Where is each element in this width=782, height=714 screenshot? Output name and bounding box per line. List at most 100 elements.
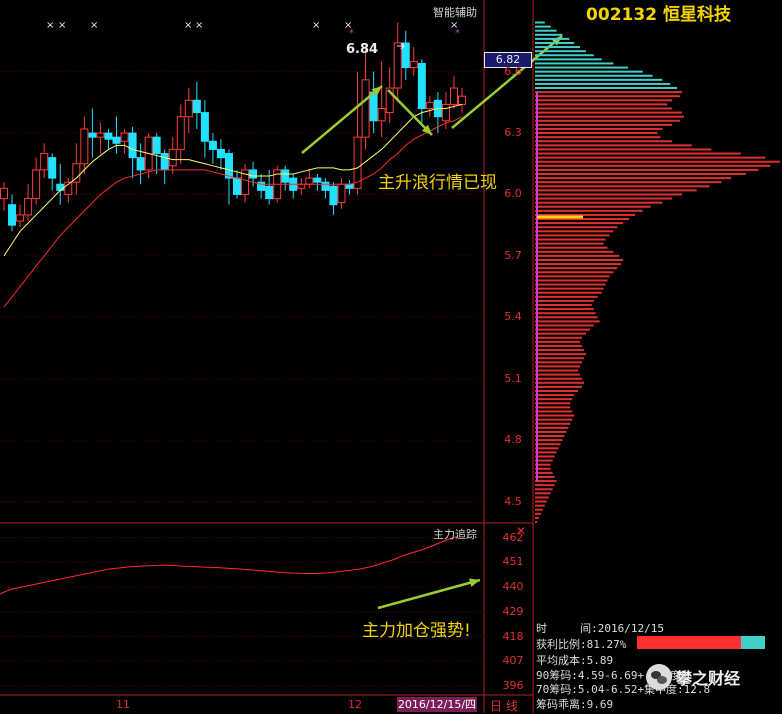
candle-body — [377, 107, 386, 122]
chip-bar — [535, 377, 583, 380]
candle-body — [56, 183, 65, 191]
chip-bar — [535, 389, 579, 392]
chip-bar — [535, 353, 586, 356]
chip-bar — [535, 406, 571, 409]
candle-body — [441, 103, 450, 122]
chip-bar — [535, 279, 608, 282]
chip-bar — [535, 320, 600, 323]
chip-bar — [535, 82, 671, 85]
chip-bar — [535, 246, 608, 249]
info-dist: 筹码乖离:9.69 — [536, 696, 613, 712]
info-profit-label: 获利比例: — [536, 638, 587, 651]
chip-bar — [535, 410, 573, 413]
candle-body — [8, 204, 17, 226]
chip-bar — [535, 177, 731, 180]
info-time-value: 2016/12/15 — [597, 622, 664, 635]
chip-bar — [535, 115, 684, 118]
candle-body — [249, 169, 258, 179]
candle-body — [321, 181, 330, 191]
sub-tick: 429 — [502, 604, 524, 618]
info-time: 时 间:2016/12/15 — [536, 620, 664, 636]
chip-bar — [535, 324, 594, 327]
main-force-line — [0, 535, 459, 595]
chip-bar — [535, 521, 537, 523]
info-70: 70筹码:5.04-6.52+ — [536, 681, 644, 697]
chip-bar — [535, 385, 583, 388]
chip-bar — [535, 295, 598, 298]
info-time-label: 时 — [536, 622, 547, 635]
chip-bar — [535, 99, 673, 102]
candle-body — [160, 153, 169, 171]
chip-bar — [535, 41, 575, 44]
chip-bar — [535, 205, 651, 208]
candle-body — [120, 132, 129, 142]
signal-mark-icon: × — [58, 20, 66, 31]
candle-body — [16, 214, 25, 222]
chip-bar — [535, 78, 663, 81]
chip-bar — [535, 103, 668, 106]
period-selector[interactable]: 日 线 — [490, 697, 518, 714]
candle-body — [313, 177, 322, 183]
chip-bar — [535, 361, 583, 364]
chip-bar — [535, 242, 604, 245]
candle-body — [208, 140, 217, 150]
chip-bar — [535, 373, 581, 376]
sub-tick: 440 — [502, 580, 524, 593]
chip-bar — [535, 426, 569, 429]
chip-bar — [535, 443, 561, 446]
chip-bar — [535, 222, 624, 225]
chip-bar — [535, 344, 583, 347]
signal-mark-icon: × — [184, 20, 192, 31]
chip-bar — [535, 304, 592, 307]
chip-bar — [535, 451, 557, 454]
chip-bar — [535, 250, 614, 253]
chip-bar — [535, 193, 682, 196]
chip-bar — [535, 369, 579, 372]
chip-bar — [535, 127, 663, 130]
sub-tick: 462 — [502, 530, 524, 544]
chip-bar — [535, 414, 575, 417]
candle-body — [24, 198, 33, 216]
price-tick: 4.5 — [504, 494, 522, 508]
chip-bar — [535, 66, 629, 69]
arrow-right-icon — [451, 35, 563, 129]
info-dist-label: 筹码乖离: — [536, 698, 587, 711]
chip-bar — [535, 181, 722, 184]
chip-bar — [535, 160, 780, 163]
peak-label: 6.84 — [346, 42, 379, 57]
chip-bar — [535, 439, 563, 442]
chip-bar — [535, 504, 545, 507]
candle-body — [0, 187, 8, 200]
chip-bar — [535, 111, 682, 114]
signal-star-icon: * — [349, 28, 354, 39]
candlestick-panel[interactable]: × × × × × × × ×* * — [0, 0, 782, 713]
signal-mark-icon: × — [195, 20, 203, 31]
chip-bar — [535, 140, 673, 143]
chip-bar — [535, 234, 610, 237]
chip-bar — [535, 173, 746, 175]
chip-bar — [535, 209, 643, 212]
chip-bar — [535, 37, 570, 40]
candle-body — [136, 157, 145, 171]
chip-bar — [535, 275, 610, 278]
chip-bar — [535, 164, 771, 167]
annotation-lower: 主力加仓强势! — [362, 621, 471, 641]
arrow-lower-icon-head — [469, 578, 480, 587]
chip-bar — [535, 418, 573, 421]
info-time-key: 间: — [580, 622, 598, 635]
chip-bar — [535, 328, 590, 331]
chip-bar — [535, 168, 759, 171]
chip-bar — [535, 230, 614, 233]
sub-tick: 396 — [502, 679, 524, 692]
price-tick: 5.4 — [504, 310, 522, 324]
candle-body — [409, 60, 418, 69]
chip-bar — [535, 394, 575, 397]
panel-title-main: 智能辅助 — [433, 6, 477, 19]
chip-bar — [535, 136, 661, 139]
price-tick: 6.6 — [504, 64, 522, 78]
chip-bar — [535, 336, 583, 339]
chip-bar — [535, 422, 571, 425]
chip-bar — [535, 107, 673, 110]
chip-bar — [535, 267, 618, 270]
watermark-text: 攀之财经 — [676, 669, 741, 688]
